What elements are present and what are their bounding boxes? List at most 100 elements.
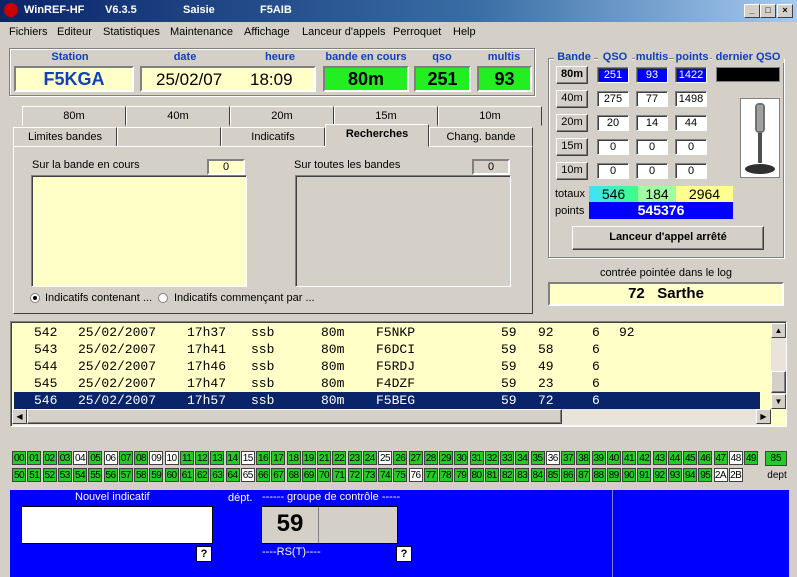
log-cell-rs: 59 [501, 393, 517, 408]
app-mode: Saisie [183, 4, 215, 16]
band-button-1[interactable]: 40m [556, 90, 588, 108]
band-button-3[interactable]: 15m [556, 138, 588, 156]
band-qso-1: 275 [597, 91, 629, 107]
dept-cell: 28 [423, 451, 438, 465]
log-cell-call: F6DCI [376, 342, 416, 357]
dept-cell: 63 [210, 468, 225, 482]
log-row[interactable]: 545 25/02/2007 17h47 ssb 80m F4DZF 59 23 6 [14, 375, 760, 392]
log-cell-band: 80m [321, 359, 345, 374]
dept-cell: 93 [667, 468, 682, 482]
dept-cell: 12 [195, 451, 209, 465]
dept-cell: 60 [164, 468, 179, 482]
search-all-list[interactable] [295, 175, 511, 287]
dept-cell: 40 [606, 451, 621, 465]
nouvel-indicatif-input[interactable] [21, 506, 213, 544]
total-qso: 546 [589, 186, 638, 202]
dept-cell: 23 [347, 451, 362, 465]
tab-page-0[interactable]: Limites bandes [13, 127, 117, 147]
dept-cell: 45 [683, 451, 697, 465]
tab-band-3[interactable]: 15m [334, 106, 438, 126]
dept-cell: 02 [42, 451, 57, 465]
tab-band-4[interactable]: 10m [438, 106, 542, 126]
radio-contenant[interactable] [30, 293, 40, 303]
tab-page-4[interactable]: Chang. bande [429, 127, 533, 147]
dept-cell: 81 [484, 468, 499, 482]
band-button-0[interactable]: 80m [556, 66, 588, 84]
dept-cell: 59 [149, 468, 164, 482]
score-total: 545376 [589, 202, 733, 219]
log-cell-band: 80m [321, 325, 345, 340]
entry-panel: Nouvel indicatif dépt. ------ groupe de … [10, 490, 789, 577]
dept-cell: 68 [286, 468, 301, 482]
log-cell-mode: ssb [251, 359, 275, 374]
dept-cell: 21 [317, 451, 331, 465]
tab-band-1[interactable]: 40m [126, 106, 230, 126]
minimize-button[interactable]: _ [744, 4, 760, 18]
groupe-controle-label: ------ groupe de contrôle ----- [262, 491, 401, 503]
groupe-input[interactable] [320, 507, 398, 543]
hscroll-thumb[interactable] [27, 409, 562, 424]
scroll-left-button[interactable]: ◀ [12, 409, 27, 424]
band-button-2[interactable]: 20m [556, 114, 588, 132]
dept-cell: 69 [301, 468, 316, 482]
log-cell-rs: 59 [501, 342, 517, 357]
log-hscrollbar[interactable]: ◀ ▶ [12, 409, 771, 425]
band-points-2: 44 [675, 115, 707, 131]
log-row[interactable]: 542 25/02/2007 17h37 ssb 80m F5NKP 59 92 6 92 [14, 324, 760, 341]
menu-statistiques[interactable]: Statistiques [103, 26, 160, 38]
menu-fichiers[interactable]: Fichiers [9, 26, 48, 38]
close-button[interactable]: × [777, 4, 793, 18]
app-version: V6.3.5 [105, 4, 137, 16]
dept-cell: 05 [88, 451, 103, 465]
log-cell-call: F5NKP [376, 325, 416, 340]
maximize-button[interactable]: □ [760, 4, 776, 18]
help-indicatif-button[interactable]: ? [196, 546, 212, 562]
log-vscrollbar[interactable]: ▲ ▼ [771, 323, 786, 409]
tab-band-2[interactable]: 20m [230, 106, 334, 126]
log-cell-pts: 6 [592, 393, 600, 408]
band-button-4[interactable]: 10m [556, 162, 588, 180]
search-current-count: 0 [207, 159, 245, 175]
tab-page-1[interactable] [117, 127, 221, 147]
radio-commencant[interactable] [158, 293, 168, 303]
dept-cell: 85 [545, 468, 560, 482]
search-current-list[interactable] [31, 175, 247, 287]
tab-panel: Sur la bande en cours 0 Sur toutes les b… [13, 146, 533, 314]
menu-editeur[interactable]: Editeur [57, 26, 92, 38]
menu-affichage[interactable]: Affichage [244, 26, 290, 38]
dept-cell: 52 [42, 468, 57, 482]
rst-input[interactable]: 59 [262, 507, 319, 543]
header-panel: Station F5KGA date heure 25/02/07 18:09 … [9, 48, 535, 96]
bands-header-dernier: dernier QSO [712, 51, 784, 63]
search-all-label: Sur toutes les bandes [294, 159, 401, 171]
menu-maintenance[interactable]: Maintenance [170, 26, 233, 38]
dept-cell: 74 [378, 468, 392, 482]
dept-cell: 49 [744, 451, 758, 465]
band-multis-0: 93 [636, 67, 668, 83]
menu-help[interactable]: Help [453, 26, 476, 38]
log-row[interactable]: 544 25/02/2007 17h46 ssb 80m F5RDJ 59 49 6 [14, 358, 760, 375]
scroll-right-button[interactable]: ▶ [756, 409, 771, 424]
help-groupe-button[interactable]: ? [396, 546, 412, 562]
tab-band-0[interactable]: 80m [22, 106, 126, 126]
dept-cell: 32 [484, 451, 499, 465]
dept-cell: 29 [439, 451, 453, 465]
scroll-thumb[interactable] [771, 371, 786, 393]
scroll-down-button[interactable]: ▼ [771, 394, 786, 409]
tab-page-2[interactable]: Indicatifs [221, 127, 325, 147]
menu-perroquet[interactable]: Perroquet [393, 26, 441, 38]
scroll-up-button[interactable]: ▲ [771, 323, 786, 338]
log-row[interactable]: 546 25/02/2007 17h57 ssb 80m F5BEG 59 72 6 [14, 392, 760, 409]
title-bar: WinREF-HF V6.3.5 Saisie F5AIB _ □ × [0, 0, 797, 22]
menu-lanceur[interactable]: Lanceur d'appels [302, 26, 385, 38]
dept-side-value: 85 [765, 451, 787, 466]
rst-label: ----RS(T)---- [262, 546, 321, 558]
dept-cell: 56 [103, 468, 118, 482]
log-cell-grp: 23 [538, 376, 554, 391]
tab-page-3[interactable]: Recherches [325, 124, 429, 147]
log-cell-pts: 6 [592, 376, 600, 391]
bands-header-points: points [674, 51, 710, 63]
log-row[interactable]: 543 25/02/2007 17h41 ssb 80m F6DCI 59 58 6 [14, 341, 760, 358]
lanceur-appel-button[interactable]: Lanceur d'appel arrêté [572, 226, 764, 250]
dept-cell: 50 [12, 468, 26, 482]
